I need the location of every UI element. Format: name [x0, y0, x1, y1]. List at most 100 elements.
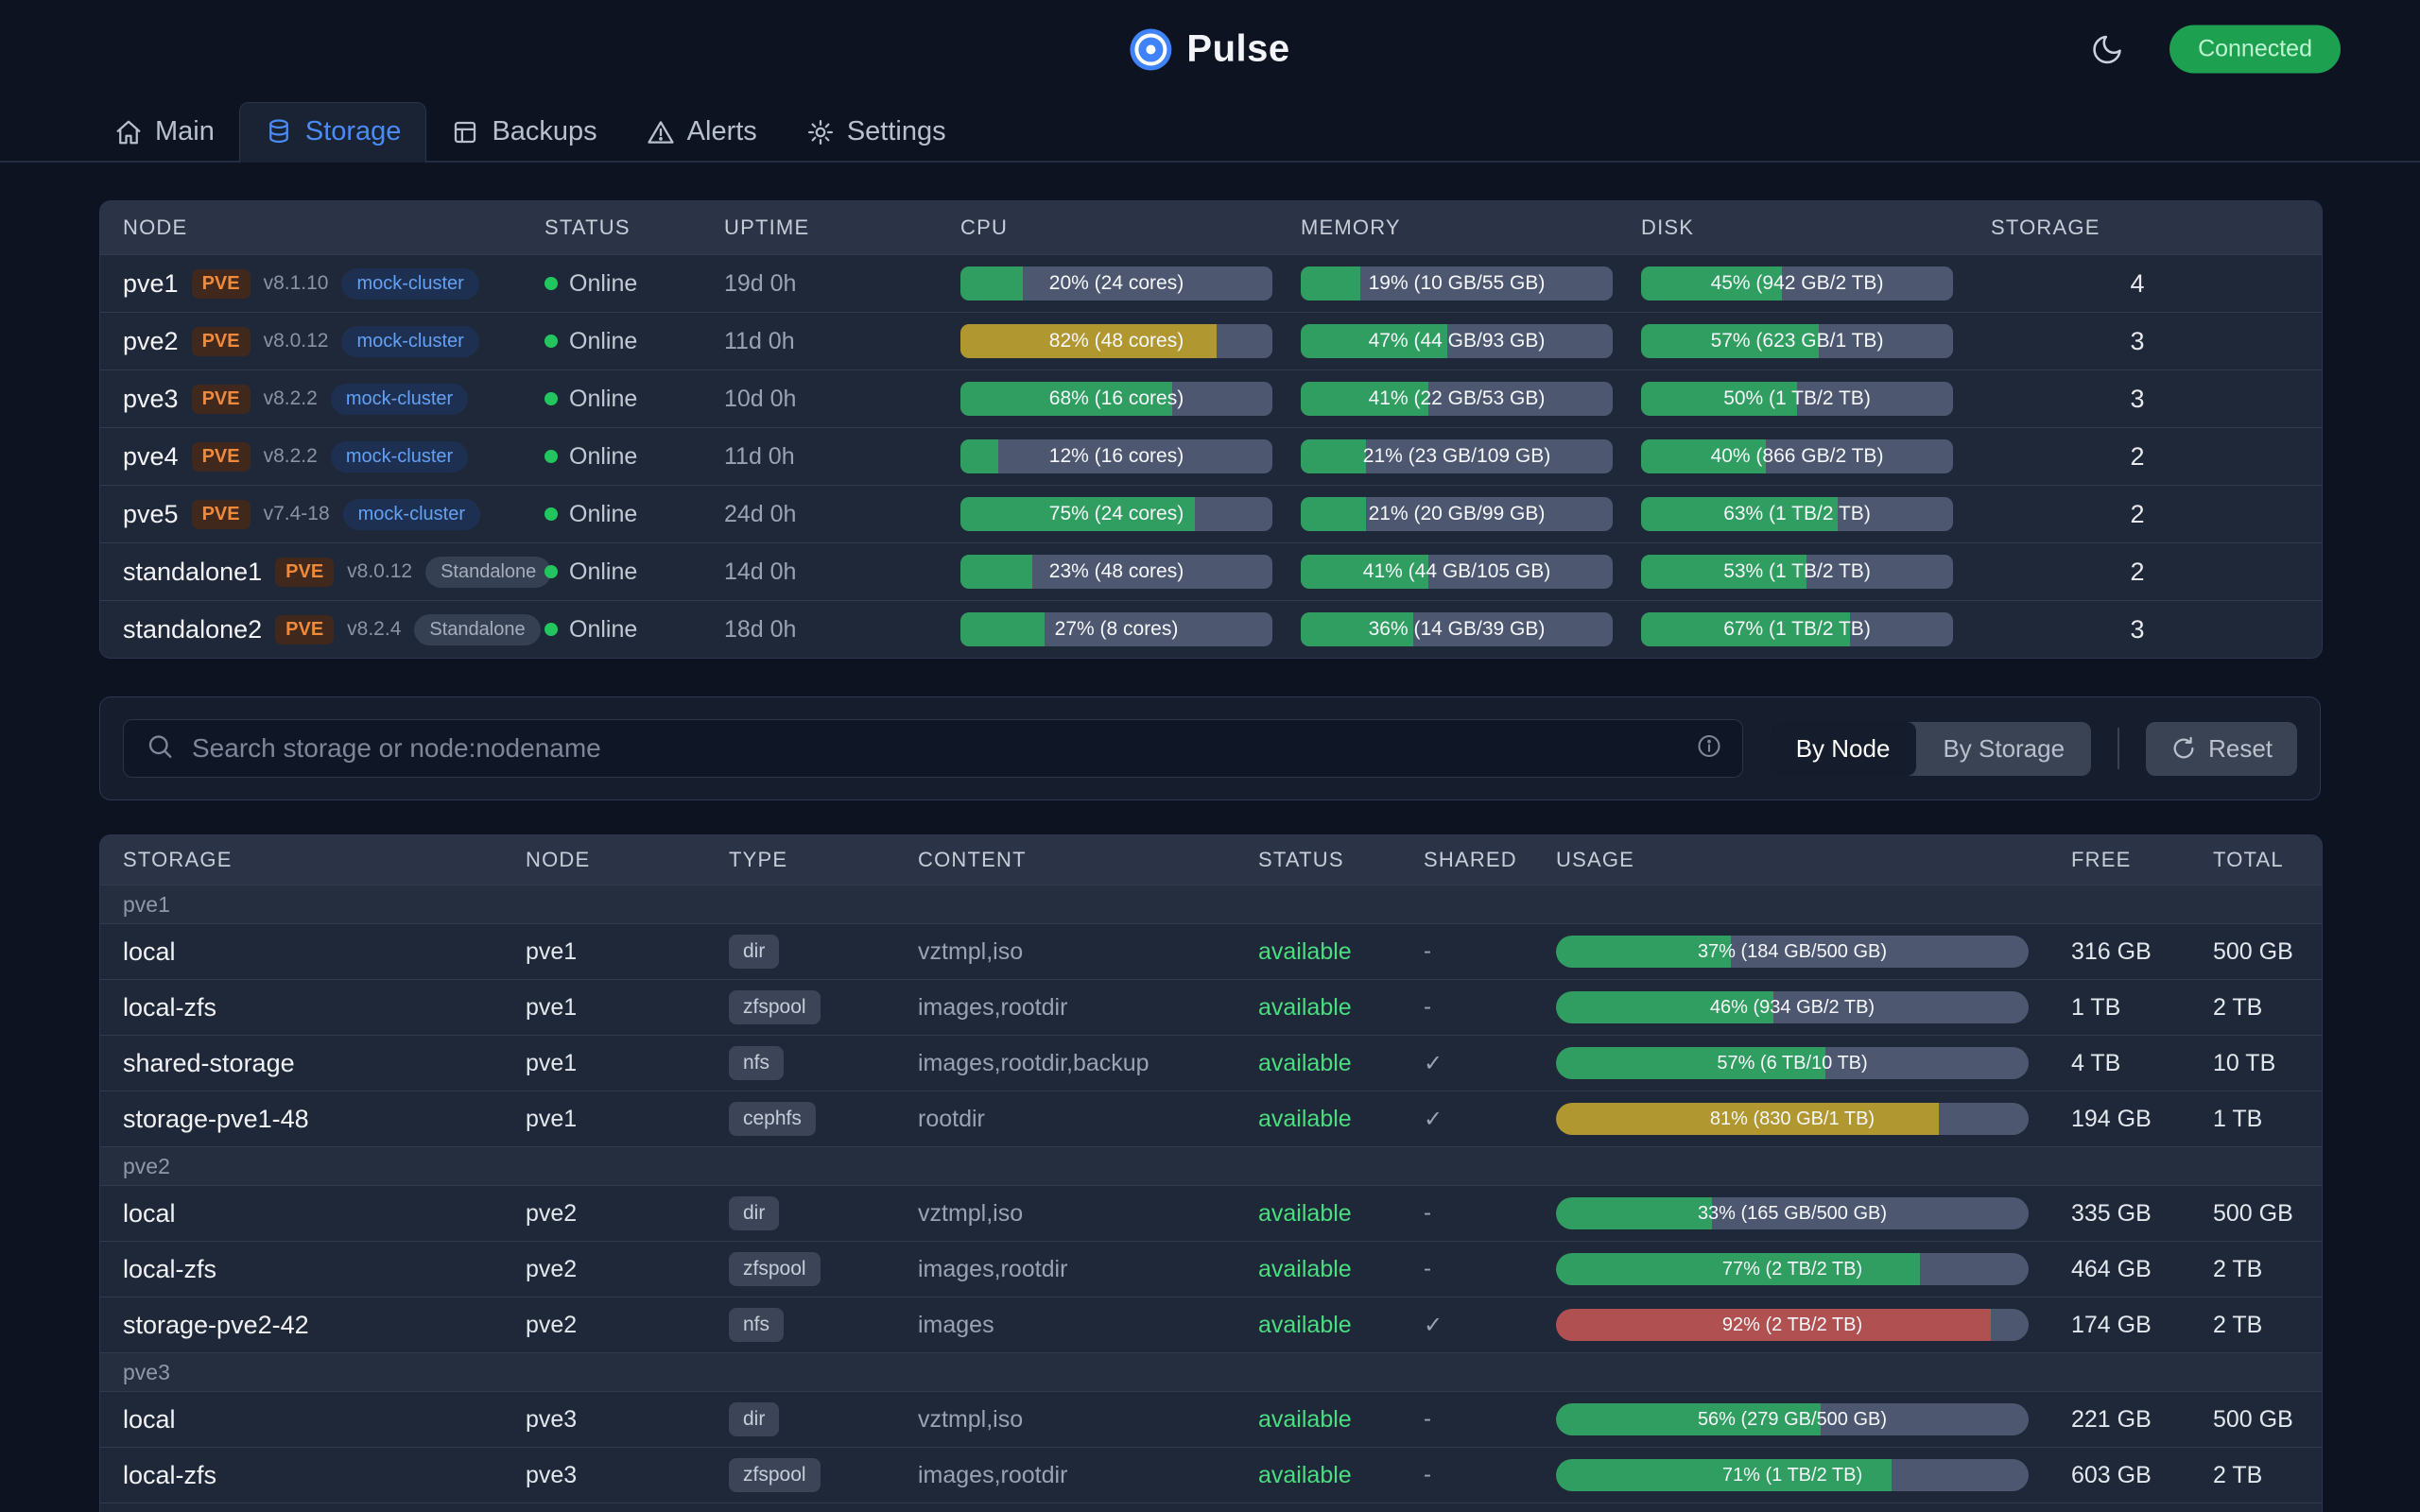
status-label: Online	[569, 386, 637, 413]
storage-row[interactable]: localpve3dirvztmpl,isoavailable-56% (279…	[100, 1391, 2322, 1447]
pve-badge: PVE	[192, 269, 251, 299]
refresh-icon	[2170, 735, 2197, 762]
nodes-table: NODE STATUS UPTIME CPU MEMORY DISK STORA…	[99, 200, 2323, 659]
home-icon	[114, 118, 143, 146]
node-row[interactable]: pve1PVEv8.1.10mock-clusterOnline19d 0h20…	[100, 254, 2322, 312]
database-icon	[265, 118, 293, 146]
status-label: Online	[569, 616, 637, 644]
status-label: Online	[569, 328, 637, 355]
disk-bar: 45% (942 GB/2 TB)	[1641, 266, 1953, 301]
status-label: Online	[569, 443, 637, 471]
node-row[interactable]: pve3PVEv8.2.2mock-clusterOnline10d 0h68%…	[100, 369, 2322, 427]
node-name: pve1	[123, 269, 179, 299]
disk-bar: 40% (866 GB/2 TB)	[1641, 439, 1953, 473]
shared-flag: ✓	[1424, 1106, 1556, 1133]
cluster-badge: mock-cluster	[341, 268, 478, 300]
storage-node: pve1	[526, 994, 729, 1022]
info-icon[interactable]	[1696, 733, 1722, 765]
storage-name: local	[100, 937, 526, 967]
search-input[interactable]	[123, 719, 1743, 778]
cpu-bar: 75% (24 cores)	[960, 497, 1272, 531]
col-node: NODE	[526, 848, 729, 872]
online-dot	[544, 565, 558, 578]
app-title: Pulse	[1186, 28, 1289, 71]
total-value: 2 TB	[2213, 1312, 2322, 1339]
storage-row[interactable]: localpve1dirvztmpl,isoavailable-37% (184…	[100, 923, 2322, 979]
node-row[interactable]: pve4PVEv8.2.2mock-clusterOnline11d 0h12%…	[100, 427, 2322, 485]
status-available: available	[1258, 1312, 1424, 1339]
storage-row[interactable]: local-zfspve2zfspoolimages,rootdiravaila…	[100, 1241, 2322, 1297]
storage-name: storage-pve2-42	[100, 1311, 526, 1340]
storage-name: local-zfs	[100, 1461, 526, 1490]
tab-backups[interactable]: Backups	[426, 103, 621, 161]
tab-storage[interactable]: Storage	[239, 102, 427, 163]
version-label: v8.0.12	[347, 560, 412, 583]
alert-triangle-icon	[647, 118, 675, 146]
storage-node: pve2	[526, 1256, 729, 1283]
storage-row[interactable]: localpve2dirvztmpl,isoavailable-33% (165…	[100, 1185, 2322, 1241]
cpu-bar: 82% (48 cores)	[960, 324, 1272, 358]
col-total: TOTAL	[2213, 848, 2322, 872]
storage-node: pve1	[526, 938, 729, 966]
by-storage-toggle[interactable]: By Storage	[1916, 722, 2091, 776]
col-status: STATUS	[544, 215, 724, 240]
shared-flag: -	[1424, 1462, 1556, 1488]
storage-group-row: pve1	[100, 885, 2322, 923]
type-badge: dir	[729, 1402, 779, 1436]
uptime-value: 24d 0h	[724, 501, 960, 528]
storage-row[interactable]: storage-pve2-42pve2nfsimagesavailable✓92…	[100, 1297, 2322, 1352]
status-available: available	[1258, 1406, 1424, 1434]
free-value: 1 TB	[2071, 994, 2213, 1022]
node-row[interactable]: standalone1PVEv8.0.12StandaloneOnline14d…	[100, 542, 2322, 600]
main-nav: Main Storage Backups Alerts Settings	[0, 98, 2420, 163]
node-row[interactable]: pve2PVEv8.0.12mock-clusterOnline11d 0h82…	[100, 312, 2322, 369]
storage-table-header: STORAGE NODE TYPE CONTENT STATUS SHARED …	[100, 835, 2322, 885]
online-dot	[544, 450, 558, 463]
cluster-badge: mock-cluster	[343, 499, 480, 530]
connection-status-badge: Connected	[2169, 26, 2341, 74]
storage-node: pve3	[526, 1462, 729, 1489]
free-value: 316 GB	[2071, 938, 2213, 966]
col-disk: DISK	[1641, 215, 1991, 240]
dark-mode-toggle-moon-icon[interactable]	[2090, 32, 2124, 66]
storage-table: STORAGE NODE TYPE CONTENT STATUS SHARED …	[99, 834, 2323, 1512]
tab-storage-label: Storage	[305, 116, 402, 147]
tab-alerts[interactable]: Alerts	[622, 103, 782, 161]
pve-badge: PVE	[192, 442, 251, 472]
status-available: available	[1258, 938, 1424, 966]
storage-node: pve1	[526, 1050, 729, 1077]
storage-row[interactable]: local-zfspve3zfspoolimages,rootdiravaila…	[100, 1447, 2322, 1503]
usage-bar: 81% (830 GB/1 TB)	[1556, 1103, 2029, 1135]
col-cpu: CPU	[960, 215, 1301, 240]
storage-row[interactable]: local-zfspve1zfspoolimages,rootdiravaila…	[100, 979, 2322, 1035]
storage-row[interactable]: storage-pve3-39pve3nfsbackupavailable✓35…	[100, 1503, 2322, 1512]
memory-bar: 36% (14 GB/39 GB)	[1301, 612, 1613, 646]
storage-row[interactable]: shared-storagepve1nfsimages,rootdir,back…	[100, 1035, 2322, 1091]
tab-main[interactable]: Main	[90, 103, 239, 161]
content-value: images,rootdir	[918, 994, 1258, 1022]
reset-label: Reset	[2208, 734, 2273, 764]
col-storage-name: STORAGE	[100, 848, 526, 872]
memory-bar: 41% (22 GB/53 GB)	[1301, 382, 1613, 416]
uptime-value: 11d 0h	[724, 328, 960, 355]
col-content: CONTENT	[918, 848, 1258, 872]
tab-settings-label: Settings	[847, 116, 946, 147]
memory-bar: 21% (23 GB/109 GB)	[1301, 439, 1613, 473]
storage-name: local	[100, 1405, 526, 1435]
status-available: available	[1258, 1462, 1424, 1489]
nodes-table-body: pve1PVEv8.1.10mock-clusterOnline19d 0h20…	[100, 254, 2322, 658]
reset-button[interactable]: Reset	[2146, 722, 2297, 776]
node-row[interactable]: standalone2PVEv8.2.4StandaloneOnline18d …	[100, 600, 2322, 658]
usage-bar: 71% (1 TB/2 TB)	[1556, 1459, 2029, 1491]
top-bar: Pulse Connected	[0, 0, 2420, 98]
tab-settings[interactable]: Settings	[782, 103, 971, 161]
type-badge: zfspool	[729, 1252, 821, 1286]
storage-node: pve2	[526, 1200, 729, 1228]
uptime-value: 19d 0h	[724, 270, 960, 298]
node-row[interactable]: pve5PVEv7.4-18mock-clusterOnline24d 0h75…	[100, 485, 2322, 542]
disk-bar: 53% (1 TB/2 TB)	[1641, 555, 1953, 589]
cluster-badge: Standalone	[425, 557, 551, 588]
col-shared: SHARED	[1424, 848, 1556, 872]
by-node-toggle[interactable]: By Node	[1770, 722, 1917, 776]
storage-row[interactable]: storage-pve1-48pve1cephfsrootdiravailabl…	[100, 1091, 2322, 1146]
